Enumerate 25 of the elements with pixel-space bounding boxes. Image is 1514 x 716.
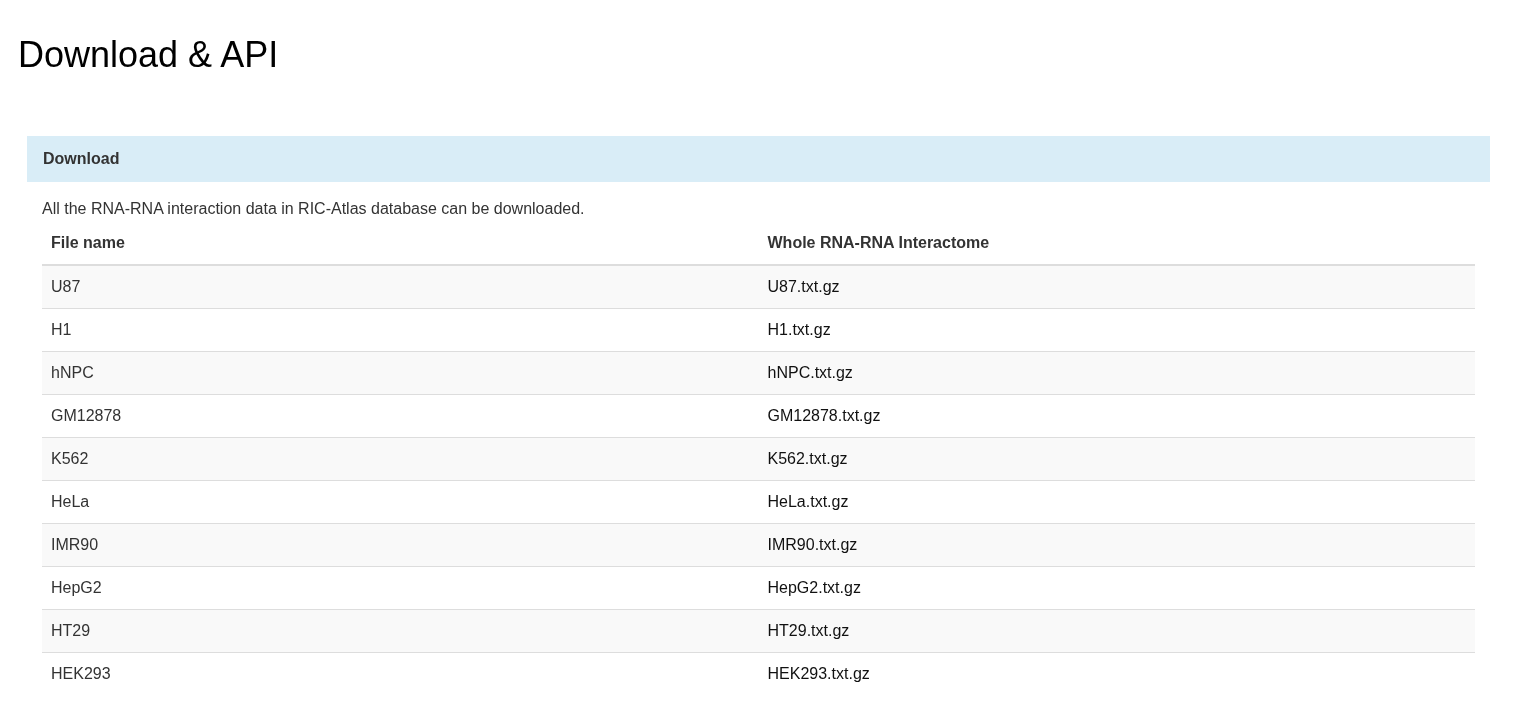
download-link[interactable]: GM12878.txt.gz [767, 407, 881, 424]
panel-description: All the RNA-RNA interaction data in RIC-Atlas database can be downloaded. [42, 199, 586, 219]
download-link[interactable]: hNPC.txt.gz [767, 364, 853, 381]
table-cell: HEK293 [42, 652, 759, 695]
download-link[interactable]: HepG2.txt.gz [767, 579, 861, 596]
table-cell: HepG2 [42, 566, 759, 610]
column-header: File name [42, 222, 759, 265]
table-cell: IMR90 [42, 523, 759, 567]
download-link[interactable]: H1.txt.gz [767, 321, 831, 338]
download-link[interactable]: U87.txt.gz [767, 278, 840, 295]
download-link[interactable]: HEK293.txt.gz [767, 665, 870, 682]
table-cell: HT29 [42, 609, 759, 653]
table-cell: hNPC [42, 351, 759, 395]
table-cell: U87 [42, 265, 759, 309]
table-cell: GM12878 [42, 394, 759, 438]
table-cell: HeLa [42, 480, 759, 524]
download-link[interactable]: IMR90.txt.gz [767, 536, 858, 553]
panel-heading: Download [27, 136, 1490, 182]
table-cell: H1 [42, 308, 759, 352]
page-title: Download & API [18, 35, 279, 75]
download-link[interactable]: HeLa.txt.gz [767, 493, 849, 510]
download-link[interactable]: K562.txt.gz [767, 450, 848, 467]
column-header: Whole RNA-RNA Interactome [758, 222, 1475, 265]
table-cell: K562 [42, 437, 759, 481]
download-link[interactable]: HT29.txt.gz [767, 622, 850, 639]
